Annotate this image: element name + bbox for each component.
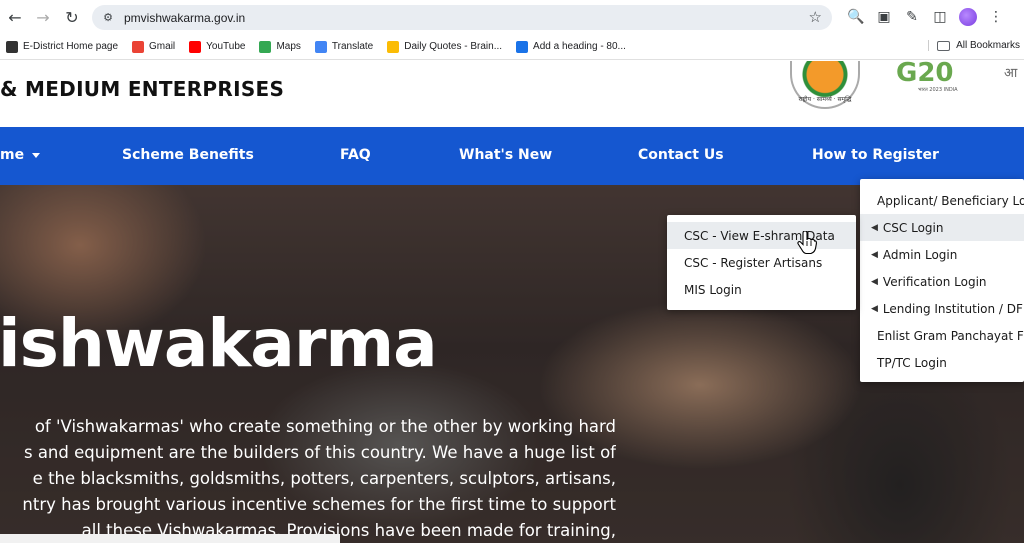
menu-item-lending-institution[interactable]: ◀ Lending Institution / DF bbox=[860, 295, 1024, 322]
gmail-icon bbox=[132, 40, 145, 53]
page-title: & MEDIUM ENTERPRISES bbox=[0, 77, 285, 101]
menu-item-label: Admin Login bbox=[882, 247, 958, 262]
nav-home[interactable]: me bbox=[0, 147, 41, 163]
zoom-icon[interactable]: 🔍 bbox=[846, 5, 866, 29]
quotes-icon bbox=[387, 40, 400, 53]
cast-icon[interactable]: ▣ bbox=[874, 5, 894, 29]
hand-cursor-icon bbox=[797, 231, 817, 255]
menu-item-mis-login[interactable]: MIS Login bbox=[667, 276, 856, 303]
hero-text-line: e the blacksmiths, goldsmiths, potters, … bbox=[32, 469, 616, 488]
logo-tagline: राष्ट्रीय · सामर्थ्य · समृद्धि bbox=[798, 96, 852, 103]
bookmark-label: E-District Home page bbox=[23, 41, 119, 52]
nav-scheme-benefits[interactable]: Scheme Benefits bbox=[122, 147, 254, 163]
menu-item-label: Verification Login bbox=[882, 274, 987, 289]
menu-item-applicant-login[interactable]: Applicant/ Beneficiary Lo bbox=[860, 187, 1024, 214]
bookmark-label: Translate bbox=[331, 41, 374, 52]
url-text[interactable]: pmvishwakarma.gov.in bbox=[124, 11, 245, 25]
main-navbar: me Scheme Benefits FAQ What's New Contac… bbox=[0, 127, 1024, 185]
bookmark-label: Gmail bbox=[149, 41, 176, 52]
g20-subtitle: भारत 2023 INDIA bbox=[918, 87, 958, 93]
login-dropdown-menu: Applicant/ Beneficiary Lo ◀ CSC Login ◀ Ad… bbox=[860, 179, 1024, 382]
bookmark-canva[interactable]: Add a heading - 80... bbox=[516, 40, 626, 53]
bookmark-maps[interactable]: Maps bbox=[259, 40, 301, 53]
browser-toolbar: ← → ↻ ⚙ pmvishwakarma.gov.in ☆ 🔍 ▣ ✎ ◫ ⋮ bbox=[0, 0, 1024, 34]
hero-text-line: of 'Vishwakarmas' who create something o… bbox=[34, 417, 616, 436]
menu-item-register-artisans[interactable]: CSC - Register Artisans bbox=[667, 249, 856, 276]
caret-down-icon bbox=[32, 152, 41, 158]
nav-faq[interactable]: FAQ bbox=[340, 147, 371, 163]
profile-avatar[interactable] bbox=[958, 5, 978, 29]
web-page: & MEDIUM ENTERPRISES राष्ट्रीय · सामर्थ्… bbox=[0, 61, 1024, 543]
menu-item-csc-login[interactable]: ◀ CSC Login bbox=[860, 214, 1024, 241]
bookmark-youtube[interactable]: YouTube bbox=[189, 40, 246, 53]
menu-kebab-icon[interactable]: ⋮ bbox=[986, 5, 1006, 29]
maps-icon bbox=[259, 40, 272, 53]
side-panel-icon[interactable]: ◫ bbox=[930, 5, 950, 29]
bookmark-label: Daily Quotes - Brain... bbox=[404, 41, 503, 52]
nav-contact-us[interactable]: Contact Us bbox=[638, 147, 724, 163]
bookmark-label: Maps bbox=[276, 41, 301, 52]
youtube-icon bbox=[189, 40, 202, 53]
translate-icon bbox=[314, 40, 327, 53]
hero-text-line: ntry has brought various incentive schem… bbox=[22, 495, 616, 514]
address-bar[interactable]: ⚙ pmvishwakarma.gov.in ☆ bbox=[92, 5, 832, 30]
menu-item-label: Enlist Gram Panchayat F bbox=[877, 328, 1024, 343]
extensions-icon[interactable]: ✎ bbox=[902, 5, 922, 29]
nav-home-label: me bbox=[0, 147, 25, 163]
g20-logo: G20 भारत 2023 INDIA bbox=[896, 61, 984, 93]
menu-item-label: TP/TC Login bbox=[877, 355, 947, 370]
chevron-left-icon: ◀ bbox=[871, 303, 878, 314]
bookmark-globe[interactable]: E-District Home page bbox=[6, 40, 119, 53]
hero-text-line: s and equipment are the builders of this… bbox=[23, 443, 616, 462]
menu-item-label: Lending Institution / DF bbox=[882, 301, 1023, 316]
bookmark-label: YouTube bbox=[206, 41, 246, 52]
menu-item-enlist-gram-panchayat[interactable]: Enlist Gram Panchayat F bbox=[860, 322, 1024, 349]
bookmark-label: Add a heading - 80... bbox=[533, 41, 626, 52]
chevron-left-icon: ◀ bbox=[871, 222, 878, 233]
status-bar bbox=[0, 534, 340, 543]
chevron-left-icon: ◀ bbox=[871, 249, 878, 260]
csc-submenu: CSC - View E-shram Data CSC - Register A… bbox=[667, 215, 856, 310]
back-icon[interactable]: ← bbox=[2, 4, 28, 30]
globe-icon bbox=[6, 40, 18, 53]
menu-item-label: CSC Login bbox=[882, 220, 944, 235]
bookmark-translate[interactable]: Translate bbox=[314, 40, 374, 53]
reload-icon[interactable]: ↻ bbox=[59, 4, 85, 30]
bookmark-star-icon[interactable]: ☆ bbox=[809, 8, 822, 26]
g20-mark: G20 bbox=[896, 61, 954, 88]
brand-header: & MEDIUM ENTERPRISES राष्ट्रीय · सामर्थ्… bbox=[0, 61, 1024, 127]
site-settings-icon[interactable]: ⚙ bbox=[100, 10, 116, 26]
bookmark-quotes[interactable]: Daily Quotes - Brain... bbox=[387, 40, 503, 53]
chevron-left-icon: ◀ bbox=[871, 276, 878, 287]
canva-icon bbox=[516, 40, 529, 53]
all-bookmarks-button[interactable]: All Bookmarks bbox=[928, 40, 1020, 51]
nav-how-to-register[interactable]: How to Register bbox=[812, 147, 939, 163]
forward-icon[interactable]: → bbox=[30, 4, 56, 30]
bookmarks-bar: E-District Home page Gmail YouTube Maps Tran… bbox=[0, 34, 1024, 60]
menu-item-label: Applicant/ Beneficiary Lo bbox=[877, 193, 1024, 208]
vishwakarma-logo[interactable]: राष्ट्रीय · सामर्थ्य · समृद्धि bbox=[790, 61, 860, 109]
menu-item-admin-login[interactable]: ◀ Admin Login bbox=[860, 241, 1024, 268]
hero-title: ishwakarma bbox=[0, 305, 438, 382]
menu-item-tp-tc-login[interactable]: TP/TC Login bbox=[860, 349, 1024, 376]
menu-item-view-eshram-data[interactable]: CSC - View E-shram Data bbox=[667, 222, 856, 249]
bookmark-gmail[interactable]: Gmail bbox=[132, 40, 176, 53]
menu-item-verification-login[interactable]: ◀ Verification Login bbox=[860, 268, 1024, 295]
hindi-logo-fragment: आ bbox=[1004, 66, 1018, 81]
all-bookmarks-label: All Bookmarks bbox=[956, 40, 1020, 51]
nav-whats-new[interactable]: What's New bbox=[459, 147, 552, 163]
folder-icon bbox=[937, 40, 951, 51]
